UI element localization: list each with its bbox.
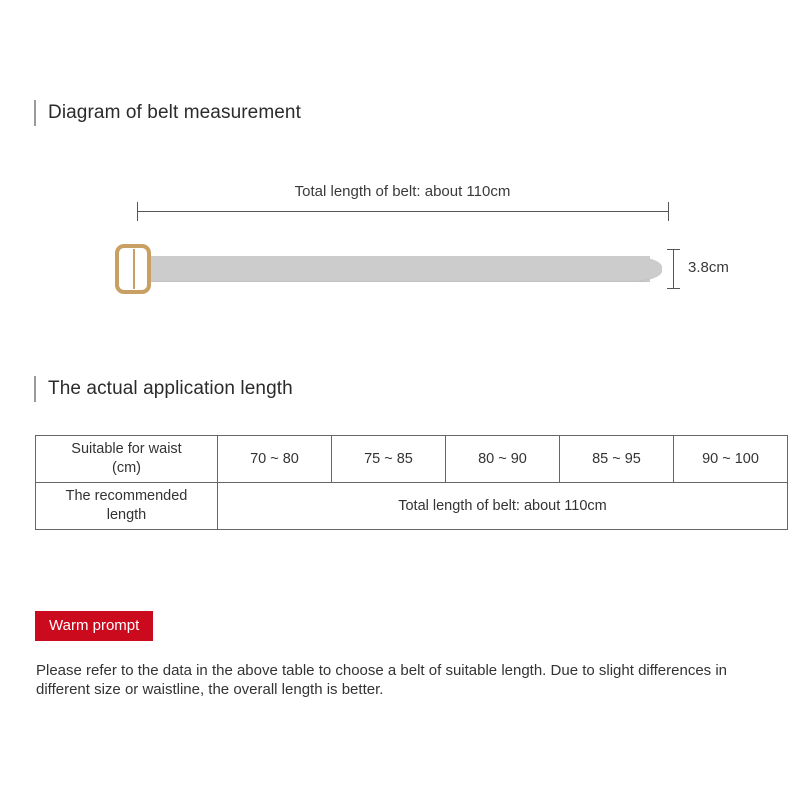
- vertical-dimension-line: [673, 249, 674, 289]
- table-row: The recommended length Total length of b…: [35, 482, 788, 530]
- belt-width-label: 3.8cm: [688, 259, 729, 276]
- buckle-prong-icon: [133, 249, 135, 289]
- dimension-cap-top-icon: [667, 249, 680, 250]
- table-row: Suitable for waist (cm) 70 ~ 80 75 ~ 85 …: [35, 435, 788, 483]
- warm-prompt-badge: Warm prompt: [35, 611, 154, 641]
- section-heading-application: The actual application length: [34, 376, 293, 402]
- dimension-tick-left-icon: [137, 202, 138, 221]
- table-cell-recommended-length: Total length of belt: about 110cm: [217, 482, 788, 530]
- row-label-line2: length: [106, 507, 147, 523]
- belt-diagram: Total length of belt: about 110cm 3.8cm: [0, 0, 800, 330]
- table-cell-waist-3: 80 ~ 90: [445, 435, 560, 483]
- table-cell-waist-4: 85 ~ 95: [559, 435, 674, 483]
- belt-buckle-icon: [115, 244, 151, 294]
- belt-tip: [628, 256, 662, 282]
- row-label-line2: (cm): [112, 460, 141, 476]
- heading-accent-bar: [34, 376, 36, 402]
- table-row-label-recommended: The recommended length: [35, 482, 218, 530]
- section-heading-application-label: The actual application length: [48, 378, 293, 399]
- row-label-line1: The recommended: [65, 488, 188, 504]
- size-table: Suitable for waist (cm) 70 ~ 80 75 ~ 85 …: [35, 435, 788, 530]
- table-row-label-waist: Suitable for waist (cm): [35, 435, 218, 483]
- total-length-label: Total length of belt: about 110cm: [294, 183, 511, 200]
- horizontal-dimension-line: [137, 211, 668, 212]
- table-cell-waist-1: 70 ~ 80: [217, 435, 332, 483]
- warm-prompt-text: Please refer to the data in the above ta…: [36, 662, 728, 698]
- table-cell-waist-5: 90 ~ 100: [673, 435, 788, 483]
- row-label-line1: Suitable for waist: [71, 441, 182, 457]
- belt-strap: [128, 256, 650, 282]
- dimension-tick-right-icon: [668, 202, 669, 221]
- table-cell-waist-2: 75 ~ 85: [331, 435, 446, 483]
- dimension-cap-bottom-icon: [667, 288, 680, 289]
- belt-size-guide-page: Diagram of belt measurement Total length…: [0, 0, 800, 800]
